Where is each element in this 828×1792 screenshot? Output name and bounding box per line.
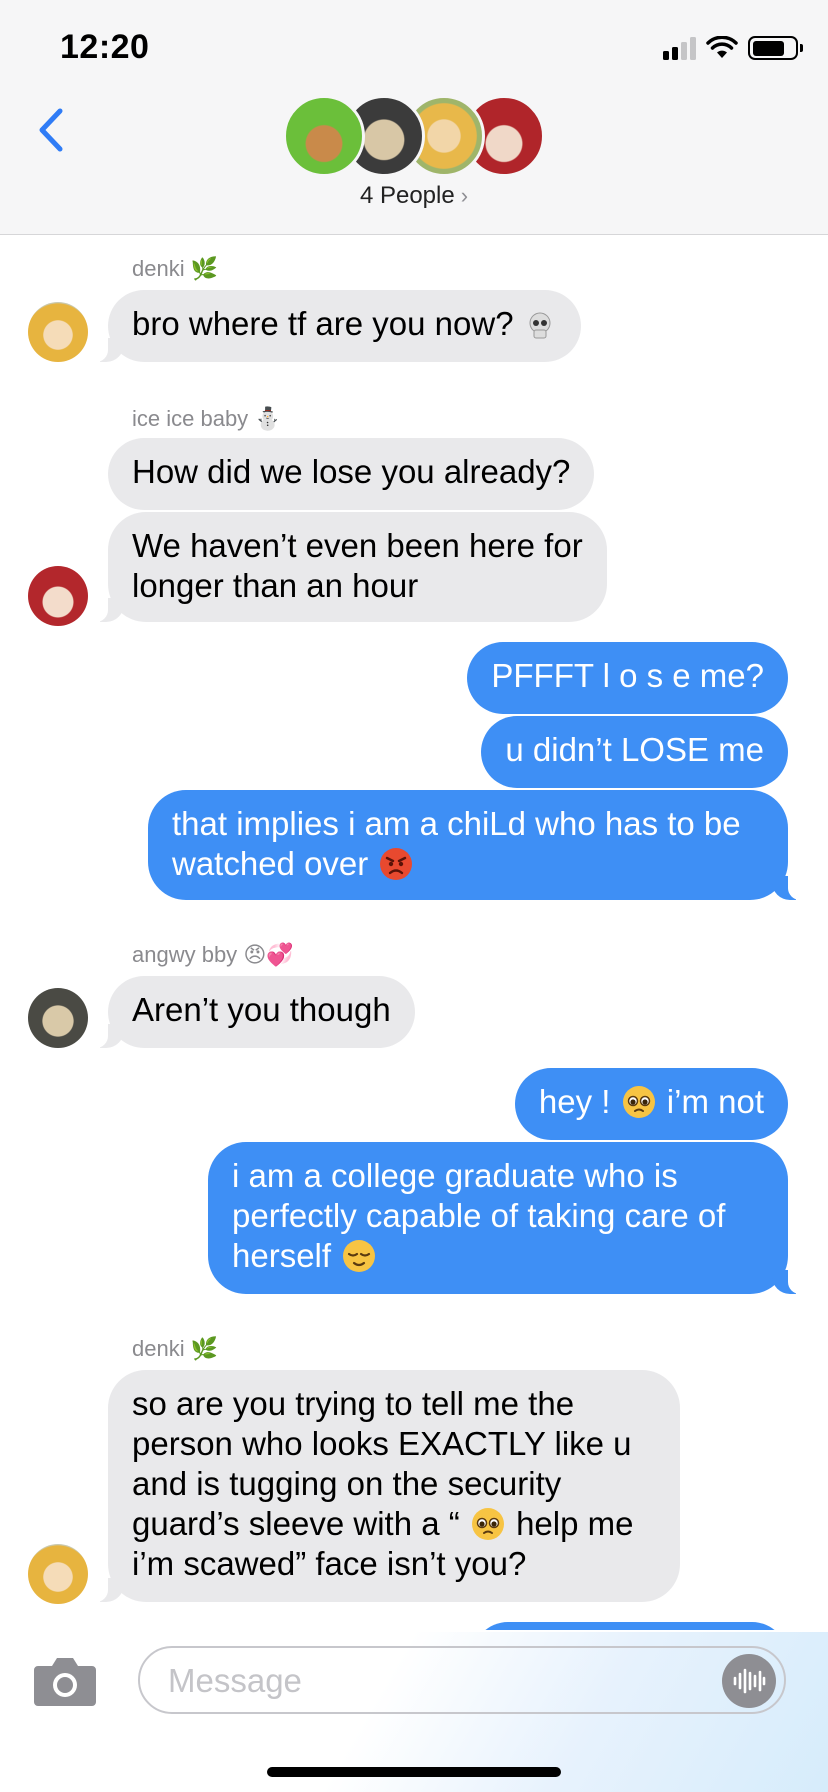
waveform-icon [733,1668,766,1694]
sender-name: angwy bby 😠💞 [132,942,294,968]
sender-emoji: ⛄ [254,406,282,431]
avatar-todoroki[interactable] [28,566,88,626]
message-text-line: herself [232,1236,764,1276]
message-text: How did we lose you already? [132,453,571,490]
message-text: bro where tf are you now? [132,305,514,342]
camera-icon [34,1658,96,1706]
chevron-right-icon: › [460,183,469,208]
incoming-message[interactable]: bro where tf are you now? [92,290,581,362]
home-indicator[interactable] [267,1767,561,1777]
message-text: u didn’t LOSE me [505,731,764,768]
avatar-eevee [283,95,365,177]
message-text-line: i’m scawed” face isn’t you? [132,1545,527,1582]
status-time: 12:20 [60,28,150,66]
message-text: watched over [172,845,369,882]
sender-emoji: 😠💞 [243,942,294,967]
outgoing-message[interactable]: PFFFT l o s e me? [467,642,788,714]
pleading-face-emoji-icon [471,1508,504,1540]
message-text-line: We haven’t even been here for [132,527,583,564]
wifi-icon [706,36,738,58]
message-text: PFFFT l o s e me? [491,657,764,694]
message-text-line: i am a college graduate who is [232,1157,678,1194]
sender-emoji: 🌿 [190,256,219,281]
message-text: herself [232,1237,332,1274]
message-text-line: so are you trying to tell me the [132,1385,575,1422]
sender-name: denki 🌿 [132,256,218,282]
sender-label: denki [132,256,185,281]
people-link[interactable]: 4 People › [0,182,828,210]
avatar-bakugo[interactable] [28,988,88,1048]
battery-icon [748,36,803,60]
message-text: hey ! [538,1083,611,1120]
relieved-face-emoji-icon [343,1240,376,1272]
avatar-denki[interactable] [28,302,88,362]
message-text-line: longer than an hour [132,567,419,604]
outgoing-message[interactable]: i am a college graduate who is perfectly… [208,1142,804,1294]
message-text: Aren’t you though [132,991,391,1028]
sender-label: angwy bby [132,942,238,967]
message-input[interactable]: Message [138,1646,786,1714]
message-text-line: perfectly capable of taking care of [232,1197,726,1234]
group-avatars[interactable] [283,95,545,177]
camera-button[interactable] [32,1652,98,1708]
back-button[interactable] [26,100,76,160]
sender-name: ice ice baby ⛄ [132,406,282,432]
angry-face-emoji-icon [380,848,413,880]
sender-label: ice ice baby [132,406,249,431]
sender-emoji: 🌿 [190,1336,219,1361]
message-text: guard’s sleeve with a “ [132,1505,460,1542]
incoming-message[interactable]: How did we lose you already? [108,438,595,510]
sender-name: denki 🌿 [132,1336,218,1362]
message-text-line: that implies i am a chiLd who has to be [172,805,741,842]
message-text-line: and is tugging on the security [132,1465,562,1502]
outgoing-message-partial[interactable] [472,1622,788,1630]
chevron-left-icon [39,108,63,152]
conversation-header: 12:20 4 People › [0,0,828,235]
message-text-line: guard’s sleeve with a “ help me [132,1504,656,1544]
incoming-message[interactable]: We haven’t even been here for longer tha… [92,512,607,622]
skull-emoji-icon [529,312,551,339]
message-text: i’m not [666,1083,764,1120]
outgoing-message[interactable]: that implies i am a chiLd who has to be … [148,790,804,900]
avatar-denki[interactable] [28,1544,88,1604]
message-text-line: person who looks EXACTLY like u [132,1425,632,1462]
people-count: 4 People [359,182,455,209]
outgoing-message[interactable]: hey ! i’m not [514,1068,788,1140]
cellular-signal-icon [663,36,696,60]
pleading-face-emoji-icon [622,1086,655,1118]
message-thread[interactable]: denki 🌿 bro where tf are you now? ice ic… [0,236,828,1630]
message-placeholder: Message [168,1662,302,1699]
voice-message-button[interactable] [722,1654,776,1708]
sender-label: denki [132,1336,185,1361]
message-text-line: watched over [172,844,764,884]
outgoing-message[interactable]: u didn’t LOSE me [481,716,788,788]
incoming-message[interactable]: so are you trying to tell me the person … [92,1370,680,1602]
message-text: help me [516,1505,634,1542]
status-icons [663,36,803,60]
incoming-message[interactable]: Aren’t you though [92,976,415,1048]
